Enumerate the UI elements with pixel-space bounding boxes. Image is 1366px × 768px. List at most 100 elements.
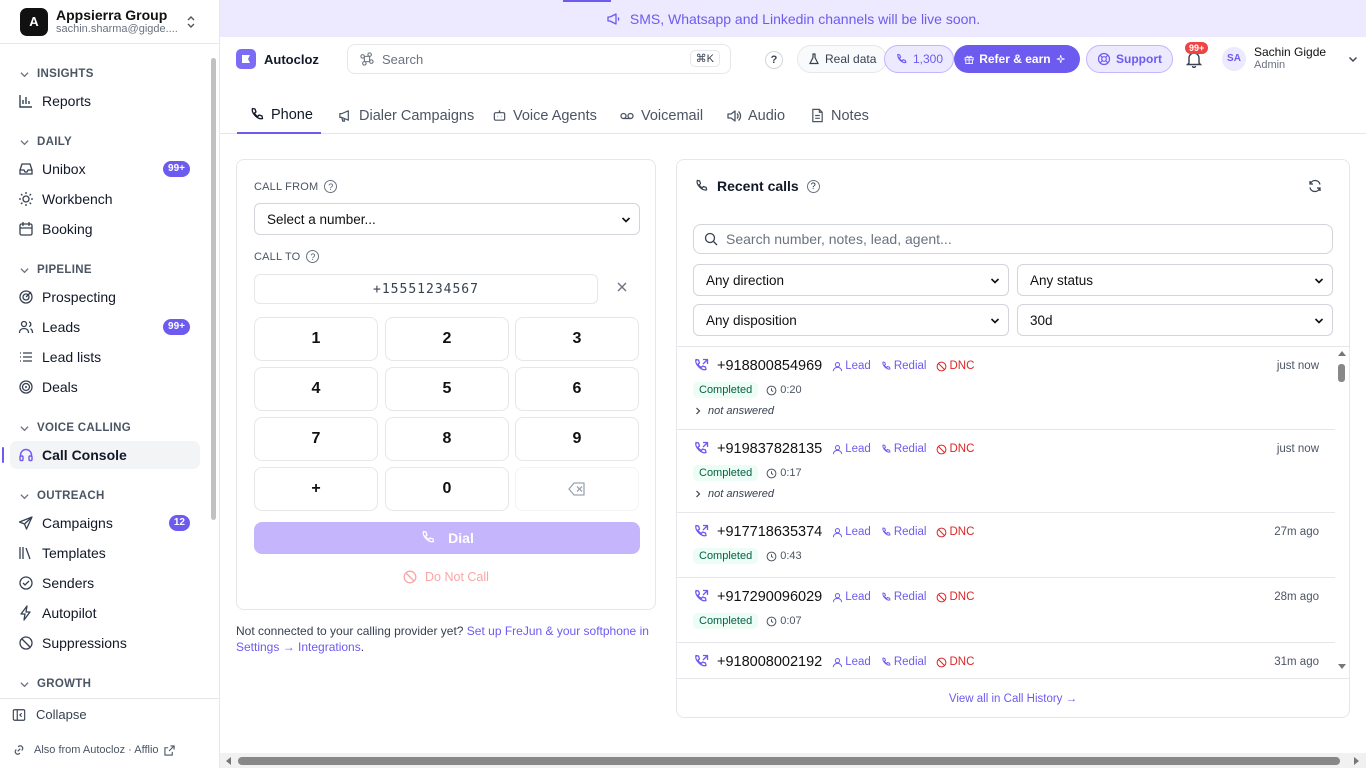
date-range-filter[interactable]: 30d <box>1017 304 1333 336</box>
sidebar-item-deals[interactable]: Deals <box>10 373 200 401</box>
sidebar-item-lead-lists[interactable]: Lead lists <box>10 343 200 371</box>
also-from-link[interactable]: Also from Autocloz · Afflio <box>12 743 183 757</box>
help-circle-icon[interactable]: ? <box>306 250 320 263</box>
keypad-key[interactable]: 9 <box>515 417 639 461</box>
sun-icon <box>19 192 33 206</box>
section-growth[interactable]: GROWTH <box>20 678 91 690</box>
banner-accent <box>563 0 611 2</box>
call-to-input[interactable]: +15551234567 <box>254 274 598 304</box>
section-voice-calling[interactable]: VOICE CALLING <box>20 422 131 434</box>
credits-pill[interactable]: 1,300 <box>884 45 955 73</box>
help-button[interactable]: ? <box>765 51 783 69</box>
dnc-button[interactable]: DNC <box>936 360 974 372</box>
recent-calls-search[interactable]: Search number, notes, lead, agent... <box>693 224 1333 254</box>
lead-link[interactable]: Lead <box>832 591 871 603</box>
keypad-key[interactable]: 7 <box>254 417 378 461</box>
tab-notes[interactable]: Notes <box>810 97 869 134</box>
keypad-key[interactable]: 4 <box>254 367 378 411</box>
sidebar-item-booking[interactable]: Booking <box>10 215 200 243</box>
do-not-call-button[interactable]: Do Not Call <box>237 570 655 584</box>
help-circle-icon[interactable]: ? <box>806 179 820 193</box>
keypad-key[interactable]: 5 <box>385 367 509 411</box>
direction-filter[interactable]: Any direction <box>693 264 1009 296</box>
section-pipeline[interactable]: PIPELINE <box>20 264 92 276</box>
call-duration: 0:20 <box>766 384 802 396</box>
redial-button[interactable]: Redial <box>881 656 926 668</box>
keypad-key[interactable]: 1 <box>254 317 378 361</box>
page-horizontal-scrollbar[interactable] <box>220 753 1366 768</box>
external-link-icon <box>163 744 175 756</box>
dnc-button[interactable]: DNC <box>936 443 974 455</box>
lead-link[interactable]: Lead <box>832 526 871 538</box>
section-daily[interactable]: DAILY <box>20 136 72 148</box>
disposition-filter[interactable]: Any disposition <box>693 304 1009 336</box>
call-note-toggle[interactable]: not answered <box>695 405 774 417</box>
sidebar-item-autopilot[interactable]: Autopilot <box>10 599 200 627</box>
refresh-icon[interactable] <box>1308 179 1322 193</box>
user-menu[interactable]: SA Sachin Gigde Admin <box>1222 45 1358 72</box>
sidebar-item-campaigns[interactable]: Campaigns 12 <box>10 509 200 537</box>
redial-button[interactable]: Redial <box>881 526 926 538</box>
sparkle-icon <box>1056 54 1065 64</box>
sidebar-item-unibox[interactable]: Unibox 99+ <box>10 155 200 183</box>
tab-phone[interactable]: Phone <box>237 97 321 134</box>
brand-logo[interactable]: Autocloz <box>236 49 319 69</box>
sidebar-item-templates[interactable]: Templates <box>10 539 200 567</box>
notification-count-badge: 99+ <box>1185 42 1209 54</box>
sidebar-item-call-console[interactable]: Call Console <box>2 441 200 469</box>
bar-chart-icon <box>19 95 32 108</box>
lead-link[interactable]: Lead <box>832 656 871 668</box>
workspace-switcher[interactable]: A Appsierra Group sachin.sharma@gigde...… <box>0 0 219 44</box>
refer-earn-button[interactable]: Refer & earn <box>954 45 1080 73</box>
call-row[interactable]: +918800854969 Lead Redial DNC just now C… <box>677 347 1335 430</box>
call-row[interactable]: +917290096029 Lead Redial DNC 28m ago Co… <box>677 578 1335 643</box>
redial-button[interactable]: Redial <box>881 443 926 455</box>
dnc-button[interactable]: DNC <box>936 591 974 603</box>
dnc-button[interactable]: DNC <box>936 526 974 538</box>
lead-link[interactable]: Lead <box>832 443 871 455</box>
view-all-call-history-link[interactable]: View all in Call History → <box>677 678 1349 717</box>
lead-link[interactable]: Lead <box>832 360 871 372</box>
help-circle-icon[interactable]: ? <box>324 180 338 193</box>
call-row[interactable]: +918008002192 Lead Redial DNC 31m ago <box>677 643 1335 678</box>
global-search[interactable]: Search ⌘K <box>347 44 731 74</box>
keypad-key[interactable]: + <box>254 467 378 511</box>
sidebar-scrollbar[interactable] <box>210 56 216 692</box>
dial-button[interactable]: Dial <box>254 522 640 554</box>
keypad-key[interactable]: 3 <box>515 317 639 361</box>
scrollbar-thumb[interactable] <box>238 757 1340 765</box>
scrollbar-thumb[interactable] <box>211 58 216 520</box>
call-row[interactable]: +919837828135 Lead Redial DNC just now C… <box>677 430 1335 513</box>
keypad-key[interactable]: 2 <box>385 317 509 361</box>
keypad-key[interactable]: 8 <box>385 417 509 461</box>
tab-audio[interactable]: Audio <box>726 97 785 134</box>
keypad-key[interactable]: 0 <box>385 467 509 511</box>
sidebar-item-reports[interactable]: Reports <box>10 87 200 115</box>
call-row[interactable]: +917718635374 Lead Redial DNC 27m ago Co… <box>677 513 1335 578</box>
sidebar-item-suppressions[interactable]: Suppressions <box>10 629 200 657</box>
sidebar-item-leads[interactable]: Leads 99+ <box>10 313 200 341</box>
redial-button[interactable]: Redial <box>881 360 926 372</box>
scrollbar-thumb[interactable] <box>1338 364 1345 382</box>
call-note-toggle[interactable]: not answered <box>695 488 774 500</box>
tab-dialer-campaigns[interactable]: Dialer Campaigns <box>338 97 474 134</box>
status-filter[interactable]: Any status <box>1017 264 1333 296</box>
support-button[interactable]: Support <box>1086 45 1173 73</box>
recent-calls-card: Recent calls ? Search number, notes, lea… <box>676 159 1350 718</box>
recent-calls-scrollbar[interactable] <box>1335 346 1349 678</box>
backspace-key[interactable] <box>515 467 639 511</box>
clear-number-icon[interactable] <box>616 281 628 293</box>
tab-voicemail[interactable]: Voicemail <box>619 97 703 134</box>
sidebar-item-senders[interactable]: Senders <box>10 569 200 597</box>
sidebar-item-workbench[interactable]: Workbench <box>10 185 200 213</box>
collapse-button[interactable]: Collapse <box>12 707 87 722</box>
keypad-key[interactable]: 6 <box>515 367 639 411</box>
tab-voice-agents[interactable]: Voice Agents <box>492 97 597 134</box>
redial-button[interactable]: Redial <box>881 591 926 603</box>
sidebar-item-prospecting[interactable]: Prospecting <box>10 283 200 311</box>
section-insights[interactable]: INSIGHTS <box>20 68 94 80</box>
dnc-button[interactable]: DNC <box>936 656 974 668</box>
real-data-toggle[interactable]: Real data <box>797 45 888 73</box>
section-outreach[interactable]: OUTREACH <box>20 490 105 502</box>
call-from-select[interactable]: Select a number... <box>254 203 640 235</box>
